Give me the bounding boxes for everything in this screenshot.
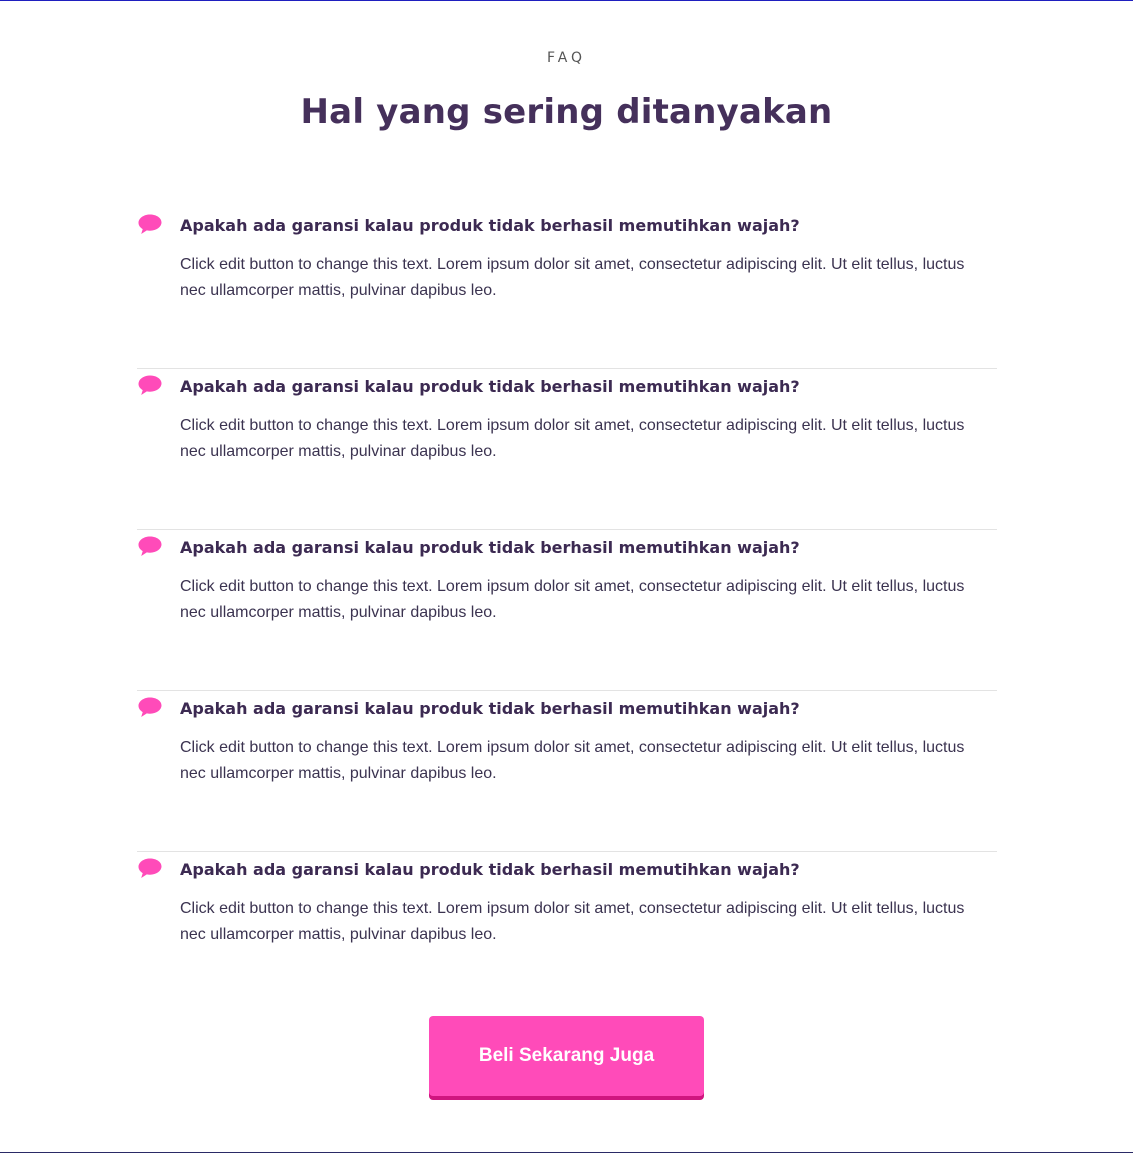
faq-item: Apakah ada garansi kalau produk tidak be… xyxy=(137,852,997,1012)
faq-item: Apakah ada garansi kalau produk tidak be… xyxy=(137,530,997,691)
faq-answer: Click edit button to change this text. L… xyxy=(180,256,965,299)
faq-answer: Click edit button to change this text. L… xyxy=(180,417,965,460)
buy-now-button[interactable]: Beli Sekarang Juga xyxy=(429,1016,704,1096)
speech-bubble-icon xyxy=(137,696,163,719)
faq-answer: Click edit button to change this text. L… xyxy=(180,739,965,782)
faq-question: Apakah ada garansi kalau produk tidak be… xyxy=(180,860,800,879)
speech-bubble-icon xyxy=(137,535,163,558)
faq-question: Apakah ada garansi kalau produk tidak be… xyxy=(180,538,800,557)
speech-bubble-icon xyxy=(137,374,163,397)
top-border-line xyxy=(0,0,1133,1)
faq-list: Apakah ada garansi kalau produk tidak be… xyxy=(137,208,997,1012)
faq-item: Apakah ada garansi kalau produk tidak be… xyxy=(137,369,997,530)
page-title: Hal yang sering ditanyakan xyxy=(300,92,833,132)
speech-bubble-icon xyxy=(137,857,163,880)
speech-bubble-icon xyxy=(137,213,163,236)
faq-question: Apakah ada garansi kalau produk tidak be… xyxy=(180,216,800,235)
faq-answer: Click edit button to change this text. L… xyxy=(180,578,965,621)
faq-item: Apakah ada garansi kalau produk tidak be… xyxy=(137,691,997,852)
faq-item: Apakah ada garansi kalau produk tidak be… xyxy=(137,208,997,369)
faq-question: Apakah ada garansi kalau produk tidak be… xyxy=(180,699,800,718)
section-eyebrow: FAQ xyxy=(546,50,587,66)
faq-answer: Click edit button to change this text. L… xyxy=(180,900,965,943)
faq-question: Apakah ada garansi kalau produk tidak be… xyxy=(180,377,800,396)
bottom-border-line xyxy=(0,1152,1133,1153)
